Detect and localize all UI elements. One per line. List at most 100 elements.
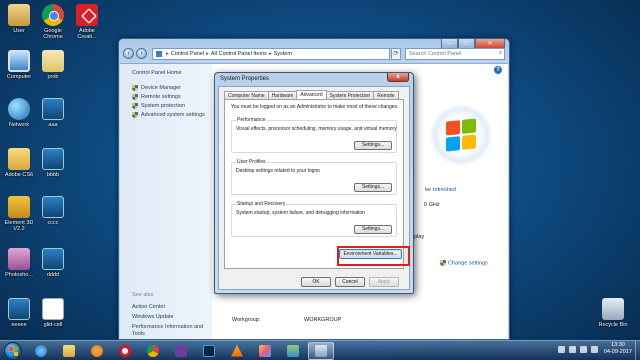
breadcrumb-item[interactable]: System (274, 51, 292, 57)
shield-icon (132, 112, 138, 118)
desktop-icon-chrome[interactable]: Google Chrome (36, 4, 70, 40)
task-system-protection[interactable]: System protection (132, 103, 212, 109)
chrome-icon (147, 344, 159, 357)
apply-button[interactable]: Apply (369, 277, 399, 287)
clock[interactable]: 13:30 04-09-2017 (604, 342, 632, 356)
desktop-icon-recycle-bin[interactable]: Recycle Bin (596, 298, 630, 328)
windows-flag-icon (446, 118, 476, 152)
refresh-icon[interactable]: ⟳ (391, 47, 401, 60)
taskbar-paint[interactable] (252, 342, 278, 360)
taskbar: 13:30 04-09-2017 (0, 340, 640, 360)
desktop-icon-adobe-cs6[interactable]: Adobe CS6 (2, 148, 36, 178)
tab-hardware[interactable]: Hardware (267, 91, 298, 99)
desktop-icon-aaa[interactable]: aaa (36, 98, 70, 128)
address-bar[interactable]: ▸ Control Panel ▸ All Control Panel Item… (152, 47, 390, 60)
gallery-icon (287, 344, 299, 357)
windows-update-link[interactable]: Windows Update (132, 314, 204, 321)
desktop-icon-label: Google Chrome (43, 28, 63, 40)
breadcrumb-item[interactable]: All Control Panel Items (211, 51, 267, 57)
tab-remote[interactable]: Remote (373, 91, 399, 99)
tray-arrow-icon[interactable] (557, 345, 565, 353)
forward-arrow-icon[interactable]: › (136, 48, 147, 59)
desktop-icon-dddd[interactable]: dddd (36, 248, 70, 278)
show-desktop-button[interactable] (635, 341, 640, 360)
desktop-icon-network[interactable]: Network (2, 98, 36, 128)
performance-info-link[interactable]: Performance Information and Tools (132, 324, 204, 337)
desktop-icon-bbbb[interactable]: bbbb (36, 148, 70, 178)
tab-system-protection[interactable]: System Protection (325, 91, 375, 99)
image-icon (42, 196, 64, 218)
taskbar-system[interactable] (308, 341, 334, 360)
shield-icon (440, 260, 446, 266)
volume-icon[interactable] (579, 345, 587, 353)
taskbar-media-player[interactable] (84, 342, 110, 360)
desktop-icon-prob[interactable]: prob (36, 50, 70, 80)
taskbar-gallery[interactable] (280, 342, 306, 360)
taskbar-photoshop[interactable] (196, 342, 222, 360)
desktop-icon-adobe[interactable]: Adobe Creati... (70, 4, 104, 40)
advanced-tab-panel: You must be logged on as an Administrato… (224, 99, 404, 269)
refresh-score-link[interactable]: be refreshed (425, 187, 456, 193)
desktop-icon-cccc[interactable]: cccc (36, 196, 70, 226)
taskbar-ie[interactable] (28, 342, 54, 360)
task-advanced-system-settings[interactable]: Advanced system settings (132, 112, 212, 118)
task-label: Advanced system settings (141, 112, 205, 118)
chrome-icon (42, 4, 64, 26)
network-tray-icon[interactable] (568, 345, 576, 353)
desktop-icon-label: prob (47, 74, 59, 80)
change-settings-link[interactable]: Change settings (440, 260, 488, 266)
taskbar-visual-studio[interactable] (168, 342, 194, 360)
folder-icon (8, 248, 30, 270)
taskbar-chrome[interactable] (140, 342, 166, 360)
desktop-icon-label: bbbb (46, 172, 60, 178)
red-highlight-box (337, 246, 410, 266)
taskbar-opera[interactable] (112, 342, 138, 360)
performance-group: Performance Visual effects, processor sc… (231, 117, 397, 153)
desktop-icon-label: aaa (48, 122, 58, 128)
search-icon: ⌕ (498, 50, 502, 56)
tab-advanced[interactable]: Advanced (296, 90, 327, 99)
desktop-icon-eeeee[interactable]: eeeee (2, 298, 36, 328)
folder-icon (63, 344, 75, 357)
performance-settings-button[interactable]: Settings... (354, 141, 392, 150)
adobe-cc-icon (76, 4, 98, 26)
ok-button[interactable]: OK (301, 277, 331, 287)
search-input[interactable]: Search Control Panel ⌕ (405, 47, 505, 60)
help-icon[interactable]: ? (494, 66, 502, 74)
desktop-icon-photoshop[interactable]: Photosho... (2, 248, 36, 278)
tab-computer-name[interactable]: Computer Name (224, 91, 269, 99)
control-panel-home-link[interactable]: Control Panel Home (132, 70, 212, 76)
breadcrumb-item[interactable]: Control Panel (171, 51, 204, 57)
taskbar-vlc[interactable] (224, 342, 250, 360)
system-tray: 13:30 04-09-2017 (554, 342, 632, 356)
action-center-link[interactable]: Action Center (132, 304, 204, 311)
shield-icon (132, 85, 138, 91)
back-arrow-icon[interactable]: ‹ (123, 48, 134, 59)
startup-recovery-description: System startup, system failure, and debu… (236, 210, 365, 216)
file-icon (42, 50, 64, 72)
task-device-manager[interactable]: Device Manager (132, 85, 212, 91)
workgroup-label: Workgroup: (232, 317, 261, 323)
desktop-icon-label: Adobe CS6 (4, 172, 34, 178)
desktop-icon-label: User (13, 28, 25, 34)
startup-recovery-settings-button[interactable]: Settings... (354, 225, 392, 234)
task-remote-settings[interactable]: Remote settings (132, 94, 212, 100)
folder-icon (8, 196, 30, 218)
start-button[interactable] (4, 341, 22, 360)
task-label: Remote settings (141, 94, 181, 100)
user-profiles-group: User Profiles Desktop settings related t… (231, 159, 397, 195)
desktop-icon-element3d[interactable]: Element 3D V2.2 (2, 196, 36, 232)
see-also-heading: See also (132, 292, 154, 298)
desktop-icon-glid-cell[interactable]: glid-cell (36, 298, 70, 328)
user-profiles-settings-button[interactable]: Settings... (354, 183, 392, 192)
computer-icon (8, 50, 30, 72)
user-folder-icon (8, 4, 30, 26)
ie-icon (35, 344, 47, 357)
visual-studio-icon (175, 344, 187, 357)
taskbar-explorer[interactable] (56, 342, 82, 360)
cancel-button[interactable]: Cancel (335, 277, 365, 287)
dialog-close-button[interactable]: x (387, 73, 409, 82)
desktop-icon-user[interactable]: User (2, 4, 36, 34)
action-center-flag-icon[interactable] (590, 345, 598, 353)
desktop-icon-computer[interactable]: Computer (2, 50, 36, 80)
